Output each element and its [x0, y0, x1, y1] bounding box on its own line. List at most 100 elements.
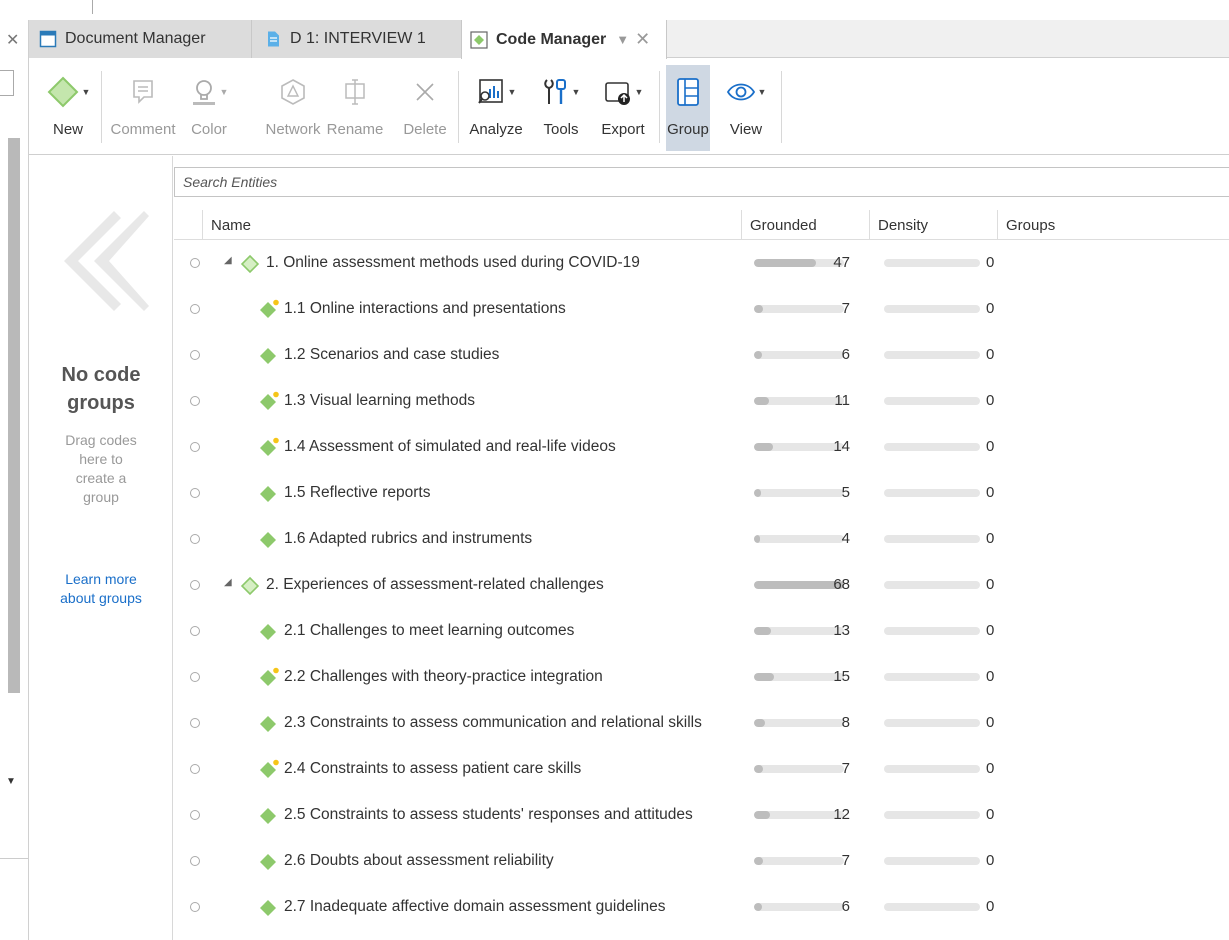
- grounded-value: 4: [841, 530, 850, 547]
- chevron-down-icon: ▼: [507, 87, 517, 97]
- density-value: 0: [986, 530, 995, 547]
- density-bar: [884, 259, 980, 267]
- grounded-value: 6: [841, 346, 850, 363]
- density-bar: [884, 903, 980, 911]
- code-name: 2.1 Challenges to meet learning outcomes: [284, 622, 575, 639]
- tools-button[interactable]: ▼ Tools: [535, 71, 587, 151]
- grounded-value: 47: [833, 254, 850, 271]
- view-button[interactable]: ▼ View: [719, 71, 773, 151]
- left-search-box[interactable]: [0, 70, 14, 96]
- grounded-value: 7: [841, 300, 850, 317]
- code-groups-logo-icon: [64, 211, 149, 311]
- group-button[interactable]: Group: [666, 65, 710, 151]
- table-row[interactable]: 2.4 Constraints to assess patient care s…: [174, 746, 1229, 792]
- analyze-button[interactable]: ▼ Analyze: [465, 71, 527, 151]
- density-bar: [884, 397, 980, 405]
- table-row[interactable]: 2.3 Constraints to assess communication …: [174, 700, 1229, 746]
- row-select-radio[interactable]: [190, 580, 200, 590]
- table-row[interactable]: 1.6 Adapted rubrics and instruments 4 0: [174, 516, 1229, 562]
- row-select-radio[interactable]: [190, 764, 200, 774]
- code-icon: [260, 532, 276, 548]
- tab-document-interview[interactable]: D 1: INTERVIEW 1: [251, 20, 461, 58]
- divider: [458, 71, 459, 143]
- no-groups-hint: Drag codes here to create a group: [65, 432, 137, 505]
- table-row[interactable]: 2.1 Challenges to meet learning outcomes…: [174, 608, 1229, 654]
- code-name: 2. Experiences of assessment-related cha…: [266, 576, 604, 593]
- learn-more-link[interactable]: Learn more about groups: [29, 570, 173, 608]
- table-row[interactable]: 2.5 Constraints to assess students' resp…: [174, 792, 1229, 838]
- density-value: 0: [986, 484, 995, 501]
- row-select-radio[interactable]: [190, 304, 200, 314]
- export-button[interactable]: ▼ Export: [595, 71, 651, 151]
- density-value: 0: [986, 668, 995, 685]
- table-row[interactable]: 2.2 Challenges with theory-practice inte…: [174, 654, 1229, 700]
- column-header-grounded[interactable]: Grounded: [741, 210, 869, 240]
- table-row[interactable]: 2.6 Doubts about assessment reliability 7…: [174, 838, 1229, 884]
- table-row[interactable]: 1.4 Assessment of simulated and real-lif…: [174, 424, 1229, 470]
- code-icon: [260, 900, 276, 916]
- table-row[interactable]: 1.3 Visual learning methods 11 0: [174, 378, 1229, 424]
- search-input[interactable]: Search Entities: [174, 167, 1229, 197]
- left-scrollbar[interactable]: [8, 138, 20, 693]
- network-button[interactable]: Network: [261, 71, 325, 151]
- close-icon[interactable]: ✕: [635, 29, 650, 50]
- row-select-radio[interactable]: [190, 626, 200, 636]
- grounded-bar-fill: [754, 259, 816, 267]
- tab-code-manager[interactable]: Code Manager ▼ ✕: [461, 20, 667, 59]
- row-select-radio[interactable]: [190, 902, 200, 912]
- row-select-radio[interactable]: [190, 350, 200, 360]
- divider: [781, 71, 782, 143]
- grounded-bar-fill: [754, 857, 763, 865]
- column-header-groups[interactable]: Groups: [997, 210, 1229, 240]
- grounded-value: 7: [841, 852, 850, 869]
- column-header-name[interactable]: Name: [202, 210, 741, 240]
- row-select-radio[interactable]: [190, 442, 200, 452]
- new-button[interactable]: ▼ New: [43, 71, 93, 151]
- column-header-density[interactable]: Density: [869, 210, 997, 240]
- row-select-radio[interactable]: [190, 258, 200, 268]
- grounded-value: 14: [833, 438, 850, 455]
- comment-button[interactable]: Comment: [110, 71, 176, 151]
- code-name: 1.5 Reflective reports: [284, 484, 431, 501]
- row-select-radio[interactable]: [190, 488, 200, 498]
- divider: [92, 0, 93, 14]
- row-select-radio[interactable]: [190, 534, 200, 544]
- table-row[interactable]: 1.5 Reflective reports 5 0: [174, 470, 1229, 516]
- row-select-radio[interactable]: [190, 810, 200, 820]
- row-select-radio[interactable]: [190, 396, 200, 406]
- grounded-value: 15: [833, 668, 850, 685]
- scroll-down-icon[interactable]: ▼: [6, 776, 16, 787]
- code-icon: [260, 391, 279, 410]
- tab-document-manager[interactable]: Document Manager: [29, 20, 251, 58]
- code-name: 1.2 Scenarios and case studies: [284, 346, 500, 363]
- density-value: 0: [986, 392, 995, 409]
- table-row[interactable]: ◢ 1. Online assessment methods used durin…: [174, 240, 1229, 286]
- grounded-bar-fill: [754, 765, 763, 773]
- chevron-down-icon[interactable]: ▼: [616, 32, 629, 47]
- delete-button[interactable]: Delete: [401, 71, 449, 151]
- color-button[interactable]: ▼ Color: [179, 71, 239, 151]
- table-row[interactable]: ◢ 2. Experiences of assessment-related ch…: [174, 562, 1229, 608]
- grounded-value: 7: [841, 760, 850, 777]
- code-name: 2.4 Constraints to assess patient care s…: [284, 760, 582, 777]
- close-icon[interactable]: ✕: [6, 30, 19, 50]
- row-select-radio[interactable]: [190, 672, 200, 682]
- rename-icon: [345, 79, 365, 105]
- code-name: 1. Online assessment methods used during…: [266, 254, 640, 271]
- code-name: 1.6 Adapted rubrics and instruments: [284, 530, 533, 547]
- density-bar: [884, 673, 980, 681]
- rename-button[interactable]: Rename: [325, 71, 385, 151]
- collapse-triangle-icon[interactable]: ◢: [224, 577, 232, 588]
- table-row[interactable]: 2.7 Inadequate affective domain assessme…: [174, 884, 1229, 930]
- density-bar: [884, 857, 980, 865]
- code-icon: [260, 348, 276, 364]
- code-icon: [260, 437, 279, 456]
- export-icon: [604, 82, 630, 105]
- collapse-triangle-icon[interactable]: ◢: [224, 255, 232, 266]
- table-row[interactable]: 1.1 Online interactions and presentation…: [174, 286, 1229, 332]
- row-select-radio[interactable]: [190, 856, 200, 866]
- row-select-radio[interactable]: [190, 718, 200, 728]
- table-row[interactable]: 1.2 Scenarios and case studies 6 0: [174, 332, 1229, 378]
- code-name: 2.5 Constraints to assess students' resp…: [284, 806, 693, 823]
- ribbon-toolbar: ▼ New Comment ▼ Color Network Rename Del…: [29, 59, 1229, 155]
